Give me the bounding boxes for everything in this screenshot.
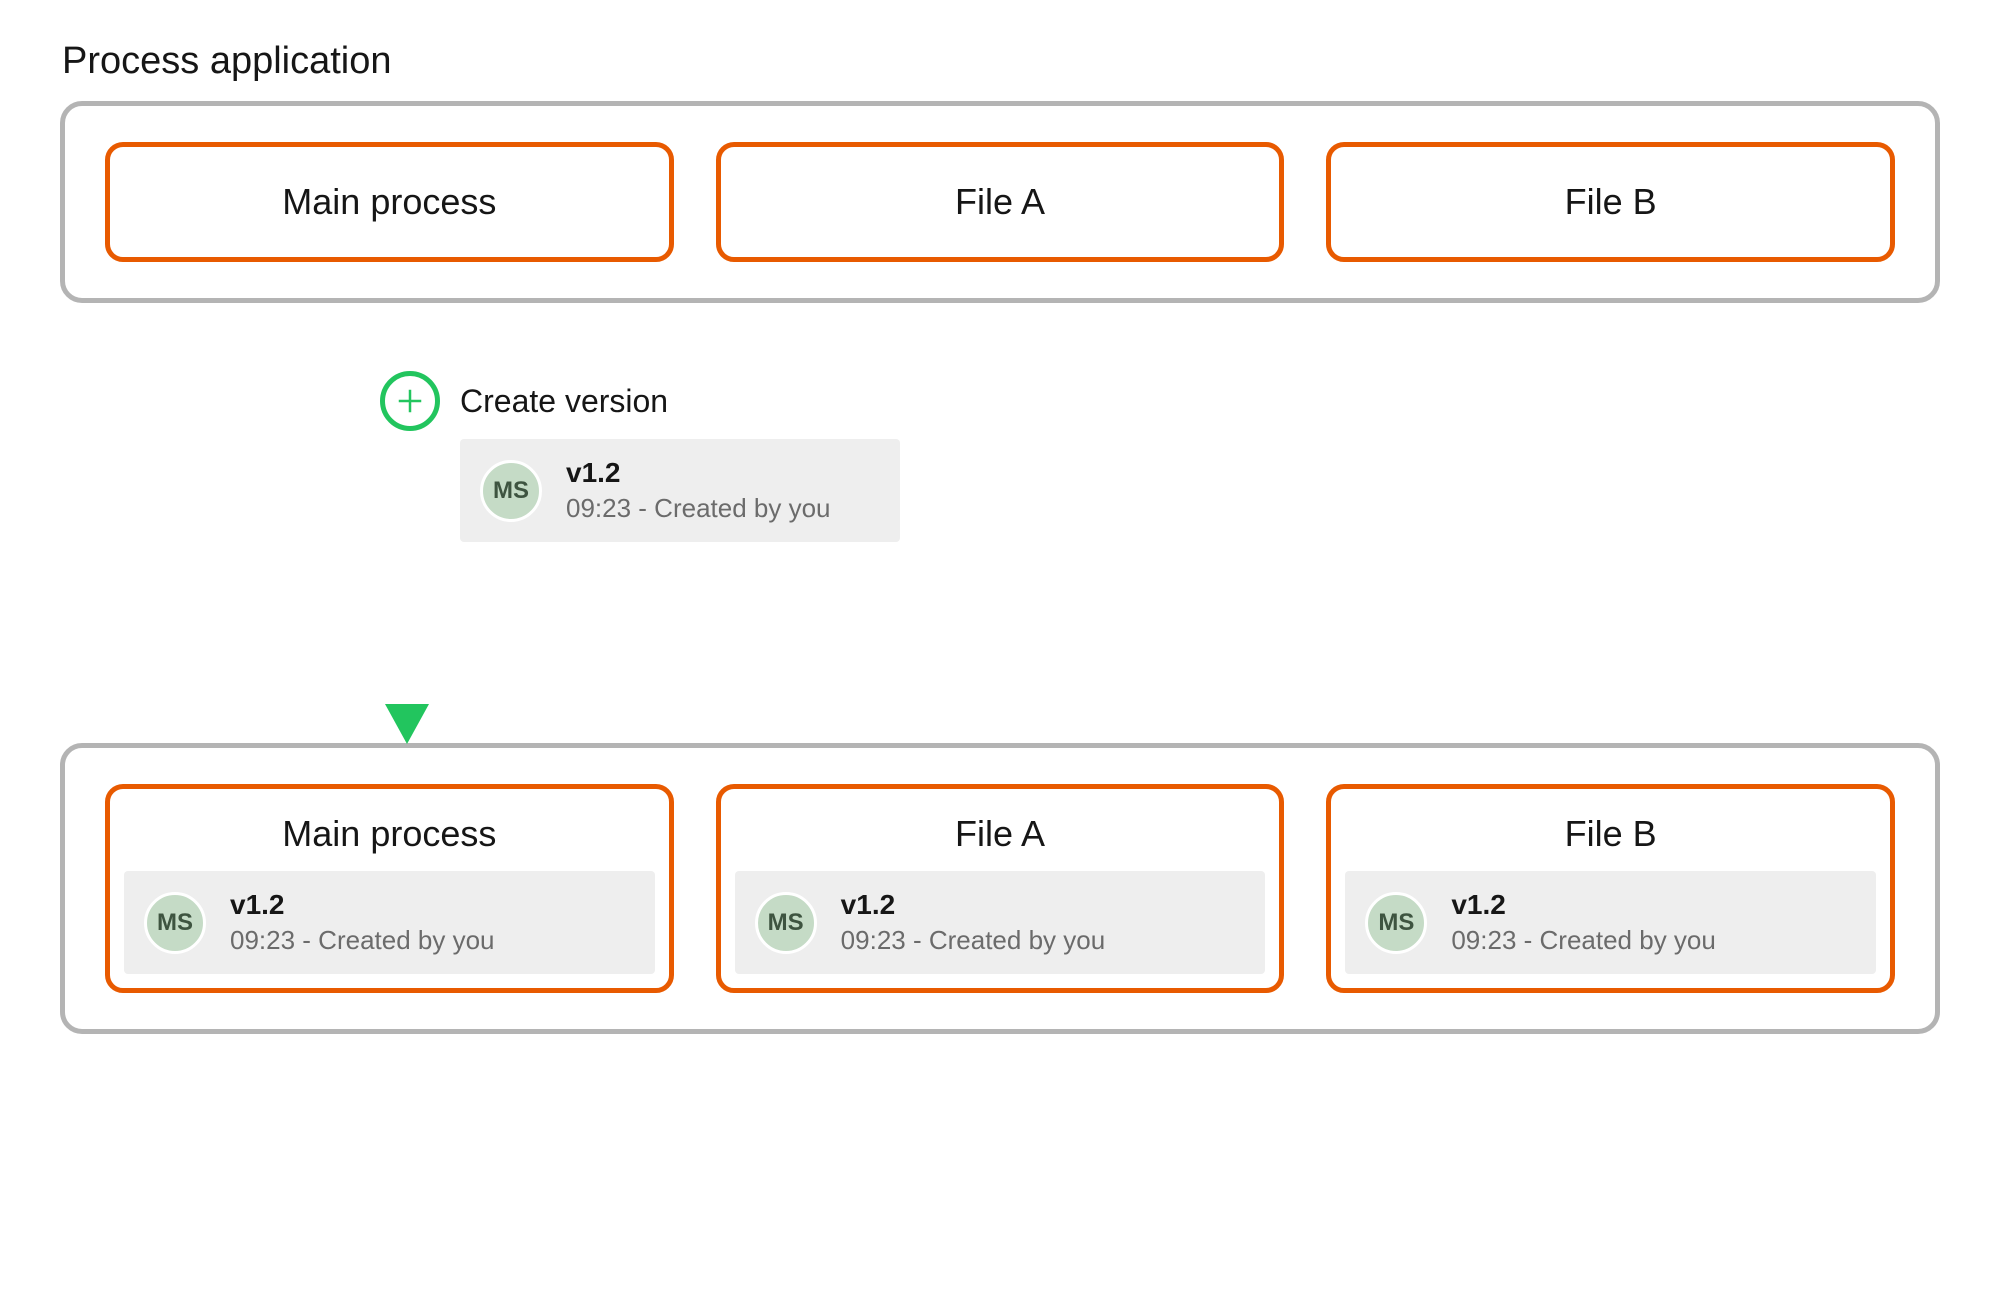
page-title: Process application	[62, 40, 1940, 83]
version-text: v1.2 09:23 - Created by you	[566, 457, 831, 524]
flow-arrow	[377, 298, 437, 743]
file-box-main-process: Main process MS v1.2 09:23 - Created by …	[105, 784, 674, 993]
version-text: v1.2 09:23 - Created by you	[1451, 889, 1716, 956]
process-app-container-top: Main process File A File B	[60, 101, 1940, 303]
process-app-container-bottom: Main process MS v1.2 09:23 - Created by …	[60, 743, 1940, 1034]
avatar: MS	[755, 892, 817, 954]
version-tile: MS v1.2 09:23 - Created by you	[460, 439, 900, 542]
file-box-file-b: File B	[1326, 142, 1895, 262]
avatar: MS	[480, 460, 542, 522]
version-name: v1.2	[1451, 889, 1716, 921]
avatar: MS	[1365, 892, 1427, 954]
file-box-file-a: File A MS v1.2 09:23 - Created by you	[716, 784, 1285, 993]
file-label: Main process	[282, 181, 496, 223]
version-name: v1.2	[566, 457, 831, 489]
version-name: v1.2	[230, 889, 495, 921]
file-label: File B	[1345, 813, 1876, 855]
file-box-main-process: Main process	[105, 142, 674, 262]
plus-icon	[380, 371, 440, 431]
version-meta: 09:23 - Created by you	[841, 925, 1106, 956]
file-label: File A	[735, 813, 1266, 855]
create-version-label: Create version	[460, 383, 668, 420]
create-version-flow: Create version MS v1.2 09:23 - Created b…	[60, 303, 1940, 743]
version-text: v1.2 09:23 - Created by you	[230, 889, 495, 956]
file-label: Main process	[124, 813, 655, 855]
file-box-file-b: File B MS v1.2 09:23 - Created by you	[1326, 784, 1895, 993]
version-text: v1.2 09:23 - Created by you	[841, 889, 1106, 956]
file-box-file-a: File A	[716, 142, 1285, 262]
version-tile: MS v1.2 09:23 - Created by you	[1345, 871, 1876, 974]
file-label: File B	[1565, 181, 1657, 223]
version-tile: MS v1.2 09:23 - Created by you	[124, 871, 655, 974]
avatar: MS	[144, 892, 206, 954]
version-meta: 09:23 - Created by you	[1451, 925, 1716, 956]
version-name: v1.2	[841, 889, 1106, 921]
version-meta: 09:23 - Created by you	[230, 925, 495, 956]
version-meta: 09:23 - Created by you	[566, 493, 831, 524]
file-label: File A	[955, 181, 1045, 223]
version-tile: MS v1.2 09:23 - Created by you	[735, 871, 1266, 974]
